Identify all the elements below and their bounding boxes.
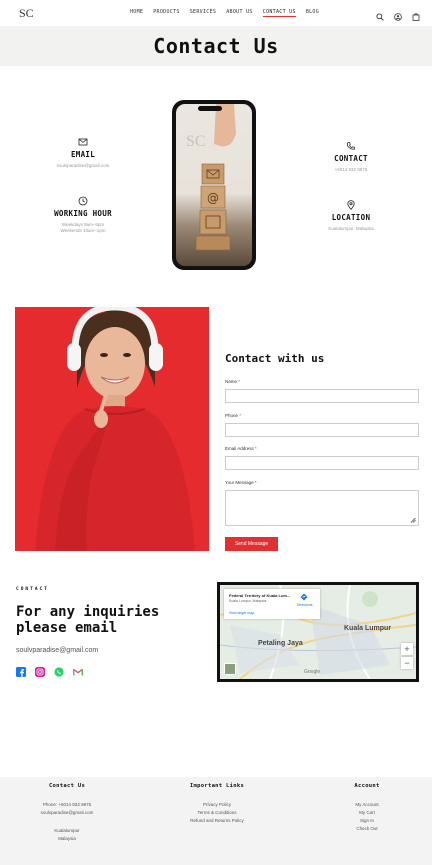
nav-about-us[interactable]: ABOUT US bbox=[226, 8, 252, 17]
cart-icon[interactable] bbox=[412, 8, 420, 21]
phone-image: SC @ bbox=[172, 100, 256, 270]
email-value: soulvparadise@gmail.com bbox=[56, 163, 110, 168]
footer-link-my-cart[interactable]: My Cart bbox=[302, 809, 432, 817]
instagram-icon[interactable] bbox=[35, 664, 45, 677]
footer-city: Kualalumpur bbox=[54, 828, 80, 833]
phone-screen: SC @ bbox=[176, 104, 252, 266]
info-working-hour: WORKING HOUR Weekdays 9am–5pm Weekends 1… bbox=[28, 193, 138, 234]
footer-links-title: Important Links bbox=[189, 783, 245, 789]
nav-services[interactable]: SERVICES bbox=[190, 8, 216, 17]
map-label-petaling-jaya: Petaling Jaya bbox=[258, 640, 303, 647]
gmail-icon[interactable] bbox=[73, 664, 83, 676]
directions-icon[interactable] bbox=[300, 593, 308, 601]
google-logo: Google bbox=[304, 669, 321, 675]
resize-handle-icon[interactable] bbox=[410, 517, 416, 523]
footer-country: Malaysia bbox=[58, 836, 76, 841]
contact-kicker: CONTACT bbox=[16, 587, 49, 592]
nav-blog[interactable]: BLOG bbox=[306, 8, 319, 17]
footer-link-privacy[interactable]: Privacy Policy bbox=[152, 801, 282, 809]
svg-text:SC: SC bbox=[19, 6, 34, 20]
email-label: EMAIL bbox=[70, 150, 96, 159]
message-label: Your Message * bbox=[225, 480, 257, 485]
map-info-card: Federal Territory of Kuala Lum... Kuala … bbox=[224, 589, 320, 619]
footer-account-title: Account bbox=[354, 783, 380, 789]
map-satellite-toggle[interactable] bbox=[224, 663, 236, 675]
social-links bbox=[16, 664, 83, 677]
footer-contact-column: Contact Us Phone: +6014 932 9875 soulvpa… bbox=[2, 783, 132, 843]
logo[interactable]: SC bbox=[17, 4, 39, 22]
nav-home[interactable]: HOME bbox=[130, 8, 143, 17]
nav-products[interactable]: PRODUCTS bbox=[153, 8, 179, 17]
zoom-out-button[interactable]: − bbox=[401, 657, 413, 669]
clock-icon bbox=[78, 193, 88, 206]
email-address-input[interactable] bbox=[225, 456, 419, 470]
google-map[interactable]: Federal Territory of Kuala Lum... Kuala … bbox=[217, 582, 419, 682]
main-nav: HOME PRODUCTS SERVICES ABOUT US CONTACT … bbox=[130, 8, 329, 17]
inquiries-title: For any inquiries please email bbox=[16, 604, 160, 636]
footer-links-column: Important Links Privacy Policy Terms & C… bbox=[152, 783, 282, 825]
footer-link-sign-in[interactable]: Sign In bbox=[302, 817, 432, 825]
phone-notch bbox=[198, 106, 222, 111]
envelope-icon bbox=[78, 134, 88, 146]
phone-icon bbox=[346, 138, 356, 150]
name-label: Name * bbox=[225, 379, 241, 384]
phone-label: Phone * bbox=[225, 413, 242, 418]
footer-account-column: Account My Account My Cart Sign In Check… bbox=[302, 783, 432, 833]
map-card-subtitle: Kuala Lumpur, Malaysia bbox=[229, 599, 267, 603]
footer-phone: Phone: +6014 932 9875 bbox=[42, 802, 92, 807]
footer-email[interactable]: soulvparadise@gmail.com bbox=[2, 809, 132, 817]
directions-link[interactable]: Directions bbox=[297, 603, 313, 607]
footer-link-refund[interactable]: Refund and Returns Policy bbox=[152, 817, 282, 825]
user-icon[interactable] bbox=[394, 8, 402, 21]
site-header: SC HOME PRODUCTS SERVICES ABOUT US CONTA… bbox=[0, 0, 432, 26]
working-hour-label: WORKING HOUR bbox=[54, 209, 112, 218]
info-location: LOCATION Kualalumpur, Malaysia bbox=[296, 197, 406, 232]
location-pin-icon bbox=[346, 197, 356, 211]
woman-headphones-photo bbox=[15, 307, 209, 551]
header-icons bbox=[376, 8, 420, 21]
footer-link-check-out[interactable]: Check Out bbox=[302, 825, 432, 833]
info-contact: CONTACT +6014 932 9875 bbox=[296, 138, 406, 173]
footer-link-my-account[interactable]: My Account bbox=[302, 801, 432, 809]
contact-label: CONTACT bbox=[334, 154, 368, 163]
footer-link-terms[interactable]: Terms & Conditions bbox=[152, 809, 282, 817]
svg-text:SC: SC bbox=[186, 133, 206, 150]
name-input[interactable] bbox=[225, 389, 419, 403]
phone-input[interactable] bbox=[225, 423, 419, 437]
footer-contact-title: Contact Us bbox=[48, 783, 86, 789]
contact-value: +6014 932 9875 bbox=[334, 167, 368, 172]
nav-contact-us[interactable]: CONTACT US bbox=[262, 8, 296, 17]
location-label: LOCATION bbox=[331, 213, 371, 222]
form-title: Contact with us bbox=[225, 352, 325, 365]
view-larger-map-link[interactable]: View larger map bbox=[229, 611, 254, 615]
whatsapp-icon[interactable] bbox=[54, 664, 64, 677]
facebook-icon[interactable] bbox=[16, 664, 26, 677]
send-message-button[interactable]: Send Message bbox=[225, 537, 278, 551]
zoom-in-button[interactable]: + bbox=[401, 643, 413, 655]
working-hour-line2: Weekends 10am–1pm bbox=[60, 228, 106, 233]
inquiries-email[interactable]: soulvparadise@gmail.com bbox=[16, 647, 98, 654]
title-band: Contact Us bbox=[0, 26, 432, 66]
page-title: Contact Us bbox=[153, 34, 279, 58]
location-value: Kualalumpur, Malaysia bbox=[328, 226, 374, 231]
svg-text:@: @ bbox=[207, 191, 219, 205]
search-icon[interactable] bbox=[376, 8, 384, 21]
email-address-label: Email Address * bbox=[225, 446, 257, 451]
site-footer: Contact Us Phone: +6014 932 9875 soulvpa… bbox=[0, 777, 432, 865]
info-email: EMAIL soulvparadise@gmail.com bbox=[28, 134, 138, 169]
message-textarea[interactable] bbox=[225, 490, 419, 526]
map-card-title: Federal Territory of Kuala Lum... bbox=[229, 593, 291, 598]
map-label-kuala-lumpur: Kuala Lumpur bbox=[344, 625, 392, 632]
